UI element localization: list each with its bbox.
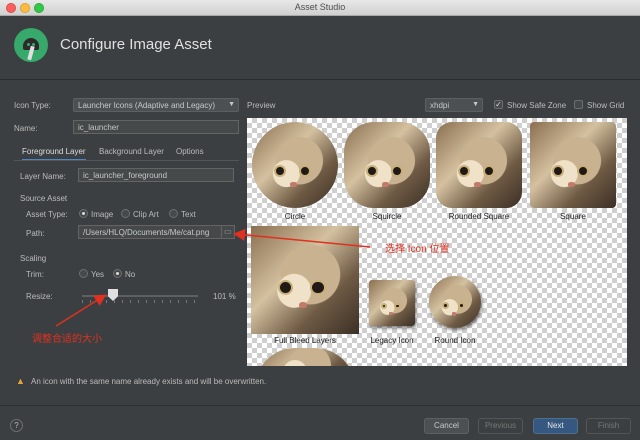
trim-no-label: No (125, 270, 136, 279)
android-studio-logo-icon (14, 28, 48, 62)
icon-type-label: Icon Type: (14, 101, 51, 110)
tab-divider (14, 160, 239, 161)
finish-button[interactable]: Finish (586, 418, 631, 434)
browse-folder-icon[interactable]: ▭ (221, 225, 235, 239)
asset-type-image-label: Image (91, 210, 114, 219)
window-titlebar: Asset Studio (0, 0, 640, 16)
next-button[interactable]: Next (533, 418, 578, 434)
preview-square-label: Square (560, 212, 586, 221)
name-input[interactable]: ic_launcher (73, 120, 239, 134)
layer-name-input[interactable]: ic_launcher_foreground (78, 168, 234, 182)
trim-label: Trim: (26, 270, 44, 279)
cancel-button[interactable]: Cancel (424, 418, 469, 434)
path-annotation-text: 选择 Icon 位置 (385, 244, 450, 255)
trim-yes-label: Yes (91, 270, 105, 279)
preview-full-bleed-icon (251, 226, 359, 334)
preview-label: Preview (247, 101, 276, 110)
window-title: Asset Studio (294, 2, 346, 12)
asset-type-clipart-label: Clip Art (133, 210, 159, 219)
path-input[interactable]: /Users/HLQ/Documents/Me/cat.png (78, 225, 222, 239)
dropdown-arrow-icon: ▼ (472, 101, 479, 108)
preview-circle-icon (252, 122, 338, 208)
preview-squircle-label: Squircle (372, 212, 402, 221)
density-select[interactable]: xhdpi ▼ (425, 98, 483, 112)
show-safe-zone-checkbox[interactable]: ✓ (494, 100, 503, 109)
path-label: Path: (26, 229, 45, 238)
preview-legacy-icon (369, 280, 415, 326)
resize-label: Resize: (26, 292, 53, 301)
preview-round-icon (429, 276, 481, 328)
tab-background-layer[interactable]: Background Layer (99, 147, 164, 156)
icon-type-value: Launcher Icons (Adaptive and Legacy) (78, 101, 215, 110)
preview-legacy-label: Legacy Icon (370, 336, 414, 345)
resize-slider-track[interactable] (82, 295, 198, 297)
trim-no-radio[interactable] (113, 269, 122, 278)
show-grid-label: Show Grid (587, 101, 625, 110)
asset-type-clipart-radio[interactable] (121, 209, 130, 218)
warning-icon: ▲ (16, 376, 25, 386)
wizard-header: Configure Image Asset (0, 16, 640, 80)
asset-type-image-radio[interactable] (79, 209, 88, 218)
preview-squircle-icon (344, 122, 430, 208)
density-value: xhdpi (430, 101, 450, 110)
preview-square-icon (530, 122, 616, 208)
preview-partial-icon (255, 348, 355, 366)
icon-type-select[interactable]: Launcher Icons (Adaptive and Legacy) ▼ (73, 98, 239, 112)
tab-options[interactable]: Options (176, 147, 204, 156)
layer-name-label: Layer Name: (20, 172, 66, 181)
previous-button[interactable]: Previous (478, 418, 523, 434)
asset-type-label: Asset Type: (26, 210, 68, 219)
show-safe-zone-label: Show Safe Zone (507, 101, 567, 110)
trim-yes-radio[interactable] (79, 269, 88, 278)
resize-annotation-text: 调整合适的大小 (32, 334, 102, 345)
preview-full-bleed-label: Full Bleed Layers (274, 336, 336, 345)
asset-type-text-radio[interactable] (169, 209, 178, 218)
page-title: Configure Image Asset (60, 36, 212, 53)
source-asset-heading: Source Asset (20, 194, 68, 203)
dropdown-arrow-icon: ▼ (228, 101, 235, 108)
warning-message: An icon with the same name already exist… (31, 377, 267, 386)
resize-value: 101 % (213, 292, 236, 301)
preview-rounded-square-label: Rounded Square (448, 212, 510, 221)
preview-rounded-square-icon (436, 122, 522, 208)
footer-divider (0, 405, 640, 406)
scaling-heading: Scaling (20, 254, 47, 263)
name-label: Name: (14, 124, 38, 133)
asset-type-text-label: Text (181, 210, 196, 219)
resize-slider-ticks (82, 300, 198, 303)
preview-circle-label: Circle (284, 212, 306, 221)
preview-round-label: Round Icon (434, 336, 476, 345)
help-button[interactable]: ? (10, 419, 23, 432)
tab-foreground-layer[interactable]: Foreground Layer (22, 147, 86, 161)
show-grid-checkbox[interactable] (574, 100, 583, 109)
